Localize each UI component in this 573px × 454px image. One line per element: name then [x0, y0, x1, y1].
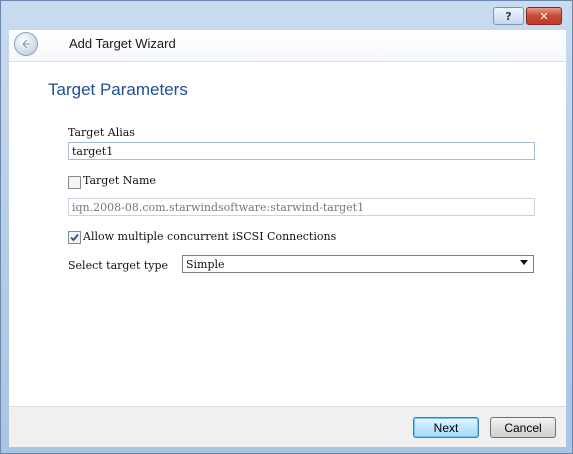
- concurrent-connections-label: Allow multiple concurrent iSCSI Connecti…: [83, 230, 337, 243]
- wizard-window: ? ✕ Add Target Wizard Target Parameters …: [0, 0, 573, 454]
- target-type-label: Select target type: [68, 259, 169, 272]
- cancel-button[interactable]: Cancel: [490, 417, 556, 438]
- target-name-label: Target Name: [83, 174, 156, 187]
- page-title: Target Parameters: [48, 80, 188, 99]
- back-button[interactable]: [14, 32, 38, 56]
- target-alias-input[interactable]: target1: [68, 142, 535, 160]
- wizard-title: Add Target Wizard: [69, 36, 176, 51]
- wizard-header: Add Target Wizard: [9, 30, 566, 62]
- chevron-down-icon: [520, 260, 528, 265]
- wizard-content: Target Parameters Target Alias target1 T…: [9, 62, 566, 406]
- target-name-input[interactable]: iqn.2008-08.com.starwindsoftware:starwin…: [68, 198, 535, 216]
- close-button[interactable]: ✕: [526, 7, 562, 25]
- target-name-checkbox[interactable]: [68, 176, 81, 189]
- title-bar-buttons: ? ✕: [493, 7, 562, 25]
- wizard-footer: Next Cancel: [9, 406, 566, 447]
- concurrent-connections-checkbox[interactable]: [68, 231, 81, 244]
- help-button[interactable]: ?: [493, 7, 524, 25]
- back-arrow-icon: [21, 39, 30, 49]
- target-alias-label: Target Alias: [68, 126, 135, 139]
- checkmark-icon: [70, 233, 79, 242]
- target-type-value: Simple: [186, 258, 225, 271]
- target-type-select[interactable]: Simple: [182, 255, 534, 273]
- next-button[interactable]: Next: [413, 417, 479, 438]
